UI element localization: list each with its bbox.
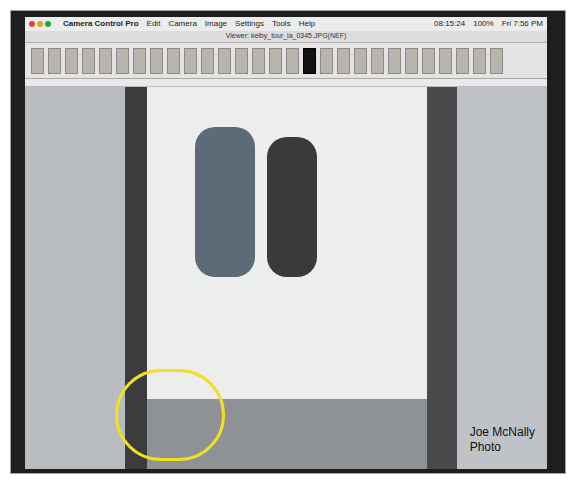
thumbnail-strip [25, 43, 547, 79]
thumbnail[interactable] [490, 48, 503, 74]
thumbnail[interactable] [82, 48, 95, 74]
datetime: Fri 7:56 PM [502, 18, 543, 30]
thumbnail[interactable] [286, 48, 299, 74]
thumbnail[interactable] [456, 48, 469, 74]
photo: Joe McNallyPhoto [25, 87, 547, 469]
thumbnail[interactable] [218, 48, 231, 74]
projection-screen: Camera Control Pro Edit Camera Image Setting… [25, 17, 547, 469]
credit-line: Joe McNally [470, 425, 535, 440]
menu-item[interactable]: Edit [147, 18, 161, 30]
battery: 100% [473, 18, 493, 30]
annotation-circle [115, 369, 225, 461]
thumbnail[interactable] [184, 48, 197, 74]
thumbnail[interactable] [99, 48, 112, 74]
window-button-icon[interactable] [45, 21, 51, 27]
thumbnail[interactable] [167, 48, 180, 74]
window-title: Viewer: kelby_tour_la_0345.JPG(NEF) [226, 31, 346, 42]
thumbnail[interactable] [65, 48, 78, 74]
menu-item[interactable]: Image [205, 18, 227, 30]
window-button-icon[interactable] [29, 21, 35, 27]
thumbnail[interactable] [201, 48, 214, 74]
thumbnail[interactable] [252, 48, 265, 74]
thumbnail[interactable] [116, 48, 129, 74]
thumbnail[interactable] [354, 48, 367, 74]
thumbnail[interactable] [133, 48, 146, 74]
photo-credit: Joe McNallyPhoto [470, 425, 535, 455]
thumbnail[interactable] [303, 48, 316, 74]
menu-item[interactable]: Camera Control Pro [63, 18, 139, 30]
thumbnail[interactable] [405, 48, 418, 74]
thumbnail[interactable] [320, 48, 333, 74]
menu-bar: Camera Control Pro Edit Camera Image Setting… [25, 17, 547, 31]
thumbnail[interactable] [269, 48, 282, 74]
window-controls [29, 21, 51, 27]
thumbnail[interactable] [48, 48, 61, 74]
title-bar: Viewer: kelby_tour_la_0345.JPG(NEF) [25, 31, 547, 43]
thumbnail[interactable] [439, 48, 452, 74]
menu-item[interactable]: Camera [168, 18, 196, 30]
thumbnail[interactable] [31, 48, 44, 74]
menu-item[interactable]: Tools [272, 18, 291, 30]
viewer-toolbar [25, 79, 547, 87]
thumbnail[interactable] [337, 48, 350, 74]
thumbnail[interactable] [388, 48, 401, 74]
window-button-icon[interactable] [37, 21, 43, 27]
credit-line: Photo [470, 440, 535, 455]
menu-item[interactable]: Help [299, 18, 315, 30]
thumbnail[interactable] [150, 48, 163, 74]
photo-frame: Camera Control Pro Edit Camera Image Setting… [10, 10, 566, 474]
thumbnail[interactable] [371, 48, 384, 74]
clock: 08:15:24 [434, 18, 465, 30]
thumbnail[interactable] [235, 48, 248, 74]
thumbnail[interactable] [422, 48, 435, 74]
menu-item[interactable]: Settings [235, 18, 264, 30]
thumbnail[interactable] [473, 48, 486, 74]
